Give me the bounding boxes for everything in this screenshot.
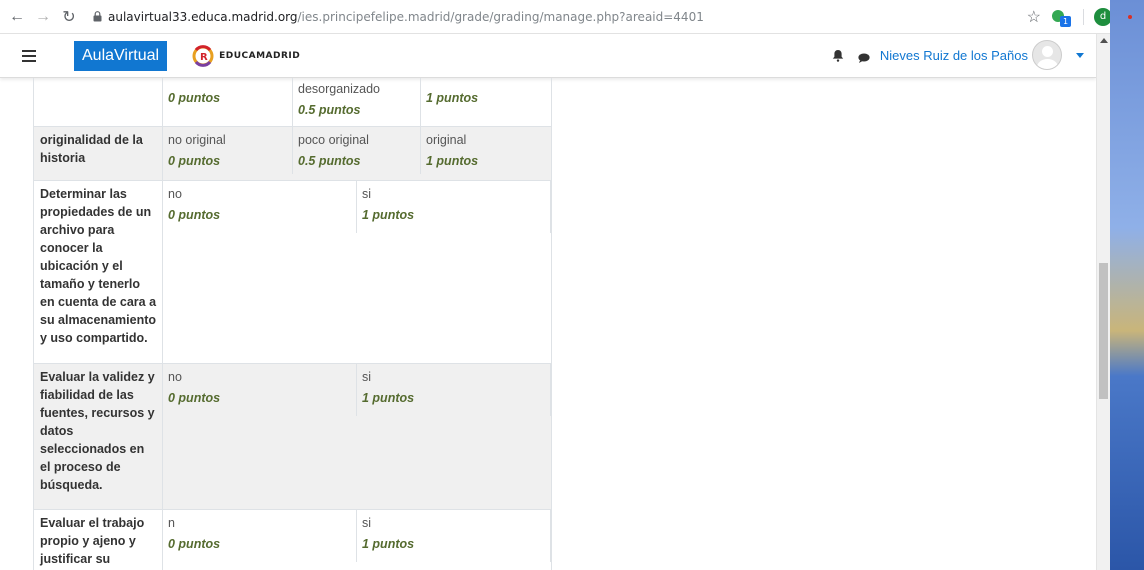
- rubric-level: no 0 puntos: [163, 181, 357, 233]
- rubric-criterion-row: 0 puntos desorganizado 0.5 puntos 1 punt…: [34, 78, 551, 127]
- level-points: 0 puntos: [168, 91, 221, 105]
- rubric-level: si 1 puntos: [357, 364, 551, 416]
- page-scrollbar[interactable]: [1096, 34, 1110, 570]
- user-menu-name[interactable]: Nieves Ruiz de los Paños: [880, 48, 1028, 63]
- rubric-table: 0 puntos desorganizado 0.5 puntos 1 punt…: [33, 78, 552, 570]
- toolbar-divider: [1083, 9, 1084, 25]
- level-description: poco original: [298, 133, 369, 147]
- level-points: 1 puntos: [426, 91, 479, 105]
- forward-icon[interactable]: →: [32, 6, 54, 28]
- level-description: no: [168, 187, 182, 201]
- rubric-criterion-row: Determinar las propiedades de un archivo…: [34, 181, 551, 364]
- level-points: 0.5 puntos: [298, 103, 361, 117]
- level-points: 0 puntos: [168, 154, 221, 168]
- level-description: si: [362, 370, 372, 384]
- rubric-level: n 0 puntos: [163, 510, 357, 562]
- rubric-criterion-row: originalidad de la historia no original …: [34, 127, 551, 181]
- educamadrid-emblem-icon: R: [192, 44, 214, 67]
- level-description: original: [426, 133, 467, 147]
- browser-toolbar: ← → ↻ aulavirtual33.educa.madrid.org/ies…: [0, 0, 1144, 34]
- educamadrid-logo-text: EducaMadrid: [219, 50, 301, 61]
- level-points: 1 puntos: [362, 537, 415, 551]
- level-points: 1 puntos: [362, 391, 415, 405]
- educamadrid-logo[interactable]: R EducaMadrid: [191, 44, 301, 67]
- rubric-criterion-row: Evaluar la validez y fiabilidad de las f…: [34, 364, 551, 510]
- address-bar[interactable]: aulavirtual33.educa.madrid.org/ies.princ…: [108, 10, 704, 24]
- desktop-wallpaper: [1110, 0, 1144, 570]
- extension-badge: 1: [1060, 16, 1071, 27]
- rubric-level: no original 0 puntos: [163, 127, 293, 174]
- svg-text:R: R: [200, 52, 208, 63]
- back-icon[interactable]: ←: [6, 6, 28, 28]
- rubric-level: no 0 puntos: [163, 364, 357, 416]
- rubric-level: original 1 puntos: [421, 127, 551, 174]
- user-menu-caret-icon[interactable]: [1076, 52, 1084, 58]
- rubric-level: 0 puntos: [163, 78, 293, 126]
- rubric-level: si 1 puntos: [357, 510, 551, 562]
- extension-icon[interactable]: 1: [1051, 6, 1073, 28]
- level-description: n: [168, 516, 175, 530]
- level-points: 0 puntos: [168, 537, 221, 551]
- rubric-criterion-row: Evaluar el trabajo propio y ajeno y just…: [34, 510, 551, 570]
- criterion-description: originalidad de la historia: [34, 127, 163, 180]
- menu-hamburger-icon[interactable]: [22, 49, 36, 62]
- criterion-description: Determinar las propiedades de un archivo…: [34, 181, 163, 363]
- url-domain: aulavirtual33.educa.madrid.org: [108, 9, 298, 24]
- level-description: si: [362, 516, 372, 530]
- site-navbar: AulaVirtual R EducaMadrid Nieves Ruiz de…: [0, 34, 1096, 78]
- criterion-description: [34, 78, 163, 126]
- level-description: no original: [168, 133, 226, 147]
- brand-link[interactable]: AulaVirtual: [74, 40, 168, 71]
- reload-icon[interactable]: ↻: [58, 6, 80, 28]
- level-description: si: [362, 187, 372, 201]
- lock-icon[interactable]: [90, 11, 104, 22]
- rubric-level: desorganizado 0.5 puntos: [293, 78, 421, 126]
- rubric-level: 1 puntos: [421, 78, 551, 126]
- level-description: no: [168, 370, 182, 384]
- criterion-description: Evaluar la validez y fiabilidad de las f…: [34, 364, 163, 509]
- scroll-up-arrow-icon[interactable]: [1100, 38, 1108, 43]
- level-points: 1 puntos: [362, 208, 415, 222]
- messages-chat-icon[interactable]: [858, 50, 870, 63]
- level-points: 0 puntos: [168, 391, 221, 405]
- level-points: 0 puntos: [168, 208, 221, 222]
- notifications-bell-icon[interactable]: [832, 49, 844, 62]
- url-path: /ies.principefelipe.madrid/grade/grading…: [297, 9, 704, 24]
- level-description: desorganizado: [298, 82, 381, 96]
- level-points: 0.5 puntos: [298, 154, 361, 168]
- user-avatar[interactable]: [1032, 40, 1062, 70]
- rubric-level: poco original 0.5 puntos: [293, 127, 421, 174]
- rubric-level: si 1 puntos: [357, 181, 551, 233]
- bookmark-star-icon[interactable]: ☆: [1027, 7, 1041, 27]
- criterion-description: Evaluar el trabajo propio y ajeno y just…: [34, 510, 163, 570]
- level-points: 1 puntos: [426, 154, 479, 168]
- scrollbar-thumb[interactable]: [1099, 263, 1108, 399]
